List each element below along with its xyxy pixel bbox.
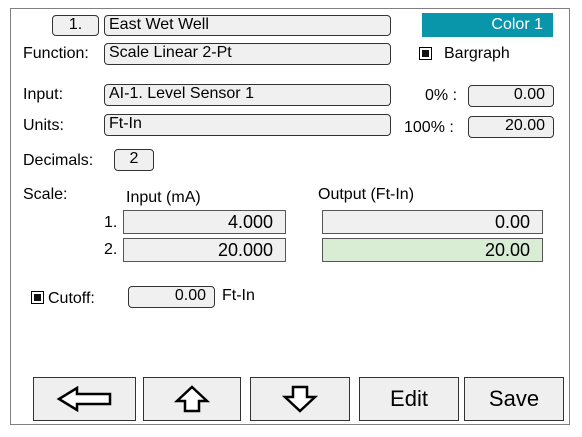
scale-label: Scale: [23, 186, 68, 203]
input-label: Input: [23, 86, 64, 103]
function-field[interactable]: Scale Linear 2-Pt [104, 43, 391, 65]
units-field[interactable]: Ft-In [104, 114, 391, 136]
input-field[interactable]: AI-1. Level Sensor 1 [104, 84, 391, 106]
function-label: Function: [23, 45, 89, 62]
save-button[interactable]: Save [464, 377, 564, 421]
full-percent-field[interactable]: 20.00 [468, 116, 554, 138]
save-button-label: Save [488, 386, 540, 411]
zero-percent-label: 0% : [425, 87, 458, 104]
cutoff-checkbox[interactable] [31, 291, 44, 304]
scale-row-1-output[interactable]: 0.00 [322, 210, 543, 234]
down-button[interactable] [250, 377, 350, 421]
scale-input-header: Input (mA) [126, 189, 201, 206]
back-button[interactable] [33, 377, 136, 421]
decimals-label: Decimals: [23, 152, 94, 169]
cutoff-unit: Ft-In [222, 287, 255, 304]
scale-row-1-input[interactable]: 4.000 [123, 210, 286, 234]
edit-button[interactable]: Edit [359, 377, 459, 421]
bargraph-label: Bargraph [444, 45, 510, 62]
scale-row-2-input[interactable]: 20.000 [123, 238, 286, 262]
bargraph-checkbox[interactable] [419, 47, 432, 60]
left-arrow-icon [56, 385, 111, 413]
up-arrow-icon [174, 385, 210, 413]
down-arrow-icon [282, 385, 318, 413]
scale-row-2-output[interactable]: 20.00 [322, 238, 543, 262]
scale-row-2-index: 2. [104, 241, 118, 258]
color-button[interactable]: Color 1 [422, 13, 553, 37]
cutoff-value-field[interactable]: 0.00 [128, 286, 215, 308]
up-button[interactable] [143, 377, 241, 421]
scale-row-1-index: 1. [104, 214, 118, 231]
channel-name-field[interactable]: East Wet Well [104, 15, 391, 36]
scale-output-header: Output (Ft-In) [318, 186, 415, 203]
units-label: Units: [23, 117, 64, 134]
channel-number-field[interactable]: 1. [52, 15, 99, 36]
cutoff-label: Cutoff: [48, 290, 95, 307]
full-percent-label: 100% : [404, 119, 454, 136]
zero-percent-field[interactable]: 0.00 [468, 85, 554, 107]
decimals-field[interactable]: 2 [114, 149, 154, 171]
edit-button-label: Edit [390, 386, 428, 411]
